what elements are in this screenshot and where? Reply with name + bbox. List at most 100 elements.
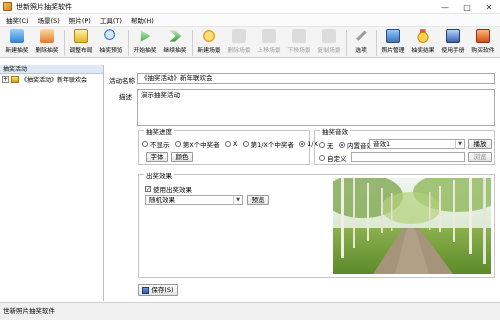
toolbar-button-new-event[interactable]: 新建抽奖: [3, 27, 31, 58]
start-icon: [140, 30, 151, 42]
toolbar-button-new-scene[interactable]: 新建场景: [195, 27, 223, 58]
description-label: 描述: [119, 93, 132, 101]
new-event-icon: [10, 29, 24, 43]
toolbar-button-buy[interactable]: 购买软件: [469, 27, 497, 58]
sound-option-custom[interactable]: 自定义: [319, 153, 347, 163]
toolbar-separator: [64, 30, 65, 56]
effect-select[interactable]: 随机效果 ▼: [145, 195, 243, 205]
toolbar-button-label: 上移场景: [257, 48, 281, 54]
sound-option-label: 自定义: [327, 155, 347, 163]
folder-icon: [11, 75, 19, 83]
toolbar-button-preview[interactable]: 抽奖预览: [97, 27, 125, 58]
toolbar-button-label: 调整布局: [69, 48, 93, 54]
progress-option-label: 第X个中奖者: [182, 141, 220, 149]
save-button[interactable]: 保存(S): [138, 284, 178, 296]
menu-help[interactable]: 帮助(H): [131, 15, 154, 25]
event-form: 活动名称 《抽奖活动》新年联欢会 描述 演示抽奖活动 抽奖进度 不显示 第X个中…: [105, 65, 500, 301]
menu-tools[interactable]: 工具(T): [100, 15, 122, 25]
result-icon: [416, 29, 430, 43]
description-field[interactable]: 演示抽奖活动: [137, 89, 495, 126]
minimize-button[interactable]: —: [434, 0, 456, 14]
sound-group-title: 抽奖音效: [320, 126, 350, 136]
sound-option-label: 无: [327, 142, 334, 150]
expand-icon[interactable]: +: [2, 75, 9, 83]
app-icon: [3, 2, 12, 11]
toolbar-button-copy-scene[interactable]: 复制场景: [315, 27, 343, 58]
toolbar-button-label: 复制场景: [317, 48, 341, 54]
buy-icon: [476, 29, 490, 43]
window-title: 世新照片抽奖软件: [16, 2, 72, 11]
browse-button[interactable]: 浏览: [468, 152, 492, 162]
photo-manage-icon: [386, 29, 400, 43]
toolbar: 新建抽奖 删除抽奖 调整布局 抽奖预览 开始抽奖 继续抽奖 新建场景 删除场景 上移场景 下移场景…: [0, 27, 500, 58]
effect-group: 出奖效果 ✓ 使用出奖效果 随机效果 ▼ 预览: [138, 170, 495, 278]
event-name-field[interactable]: 《抽奖活动》新年联欢会: [137, 73, 495, 84]
toolbar-button-delete-scene[interactable]: 删除场景: [225, 27, 253, 58]
toolbar-button-options[interactable]: 选项: [349, 27, 373, 58]
tree-item-label: 《抽奖活动》新年联欢会: [21, 76, 88, 84]
custom-sound-path-field[interactable]: [351, 152, 465, 162]
toolbar-separator: [192, 30, 193, 56]
title-bar: 世新照片抽奖软件 — □ ✕: [0, 0, 500, 14]
toolbar-button-continue[interactable]: 继续抽奖: [161, 27, 189, 58]
progress-option-1-of-x-winner[interactable]: 第1/X个中奖者: [242, 139, 294, 149]
status-text: 世新照片抽奖软件: [3, 307, 55, 315]
delete-event-icon: [40, 29, 54, 43]
toolbar-separator: [376, 30, 377, 56]
toolbar-button-start[interactable]: 开始抽奖: [131, 27, 159, 58]
font-button[interactable]: 字体: [146, 152, 168, 162]
chevron-down-icon: ▼: [455, 140, 464, 149]
close-button[interactable]: ✕: [478, 0, 500, 14]
progress-group-title: 抽奖进度: [144, 126, 174, 136]
menu-bar: 抽奖(C) 场景(S) 照片(P) 工具(T) 帮助(H): [0, 14, 500, 27]
toolbar-button-label: 抽奖预览: [99, 48, 123, 54]
progress-option-hidden[interactable]: 不显示: [142, 139, 170, 149]
toolbar-separator: [128, 30, 129, 56]
delete-scene-icon: [232, 29, 246, 43]
menu-scene[interactable]: 场景(S): [38, 15, 60, 25]
toolbar-button-layout[interactable]: 调整布局: [67, 27, 95, 58]
new-scene-icon: [202, 29, 216, 43]
chevron-down-icon: ▼: [233, 196, 242, 205]
toolbar-button-result[interactable]: 抽奖结果: [409, 27, 437, 58]
sound-option-none[interactable]: 无: [319, 140, 334, 150]
play-sound-button[interactable]: 播放: [468, 139, 492, 149]
toolbar-button-delete-event[interactable]: 删除抽奖: [33, 27, 61, 58]
toolbar-button-label: 使用手册: [441, 48, 465, 54]
toolbar-button-move-up[interactable]: 上移场景: [255, 27, 283, 58]
progress-option-x[interactable]: X: [224, 140, 238, 148]
toolbar-button-label: 购买软件: [471, 48, 495, 54]
sound-group: 抽奖音效 无 内置音效 音效1 ▼ 播放 自定义 浏览: [314, 126, 495, 165]
continue-icon: [169, 30, 182, 42]
menu-lottery[interactable]: 抽奖(C): [6, 15, 29, 25]
layout-icon: [74, 29, 88, 43]
status-bar: 世新照片抽奖软件: [0, 302, 500, 320]
toolbar-separator: [346, 30, 347, 56]
maximize-button[interactable]: □: [456, 0, 478, 14]
builtin-sound-select[interactable]: 音效1 ▼: [369, 139, 465, 149]
manual-icon: [446, 29, 460, 43]
sound-option-builtin[interactable]: 内置音效: [339, 140, 373, 150]
menu-photo[interactable]: 照片(P): [69, 15, 91, 25]
toolbar-button-label: 抽奖结果: [411, 48, 435, 54]
progress-option-label: X: [232, 140, 238, 148]
options-icon: [356, 30, 367, 41]
panel-header: 抽奖活动: [0, 65, 103, 74]
toolbar-button-manual[interactable]: 使用手册: [439, 27, 467, 58]
move-up-icon: [262, 29, 276, 43]
toolbar-button-label: 删除抽奖: [35, 48, 59, 54]
event-tree-panel: 抽奖活动 + 《抽奖活动》新年联欢会: [0, 65, 104, 301]
toolbar-button-label: 开始抽奖: [133, 48, 157, 54]
toolbar-button-label: 下移场景: [287, 48, 311, 54]
progress-option-xth-winner[interactable]: 第X个中奖者: [174, 139, 220, 149]
effect-preview-button[interactable]: 预览: [247, 195, 269, 205]
save-icon: [142, 286, 150, 294]
effect-preview-image: [333, 178, 491, 274]
tree-item-event[interactable]: + 《抽奖活动》新年联欢会: [0, 74, 103, 84]
color-button[interactable]: 颜色: [171, 152, 193, 162]
use-effect-checkbox[interactable]: ✓ 使用出奖效果: [145, 184, 192, 194]
toolbar-button-photo-manage[interactable]: 照片管理: [379, 27, 407, 58]
toolbar-button-move-down[interactable]: 下移场景: [285, 27, 313, 58]
copy-scene-icon: [322, 29, 336, 43]
toolbar-button-label: 选项: [355, 48, 367, 54]
